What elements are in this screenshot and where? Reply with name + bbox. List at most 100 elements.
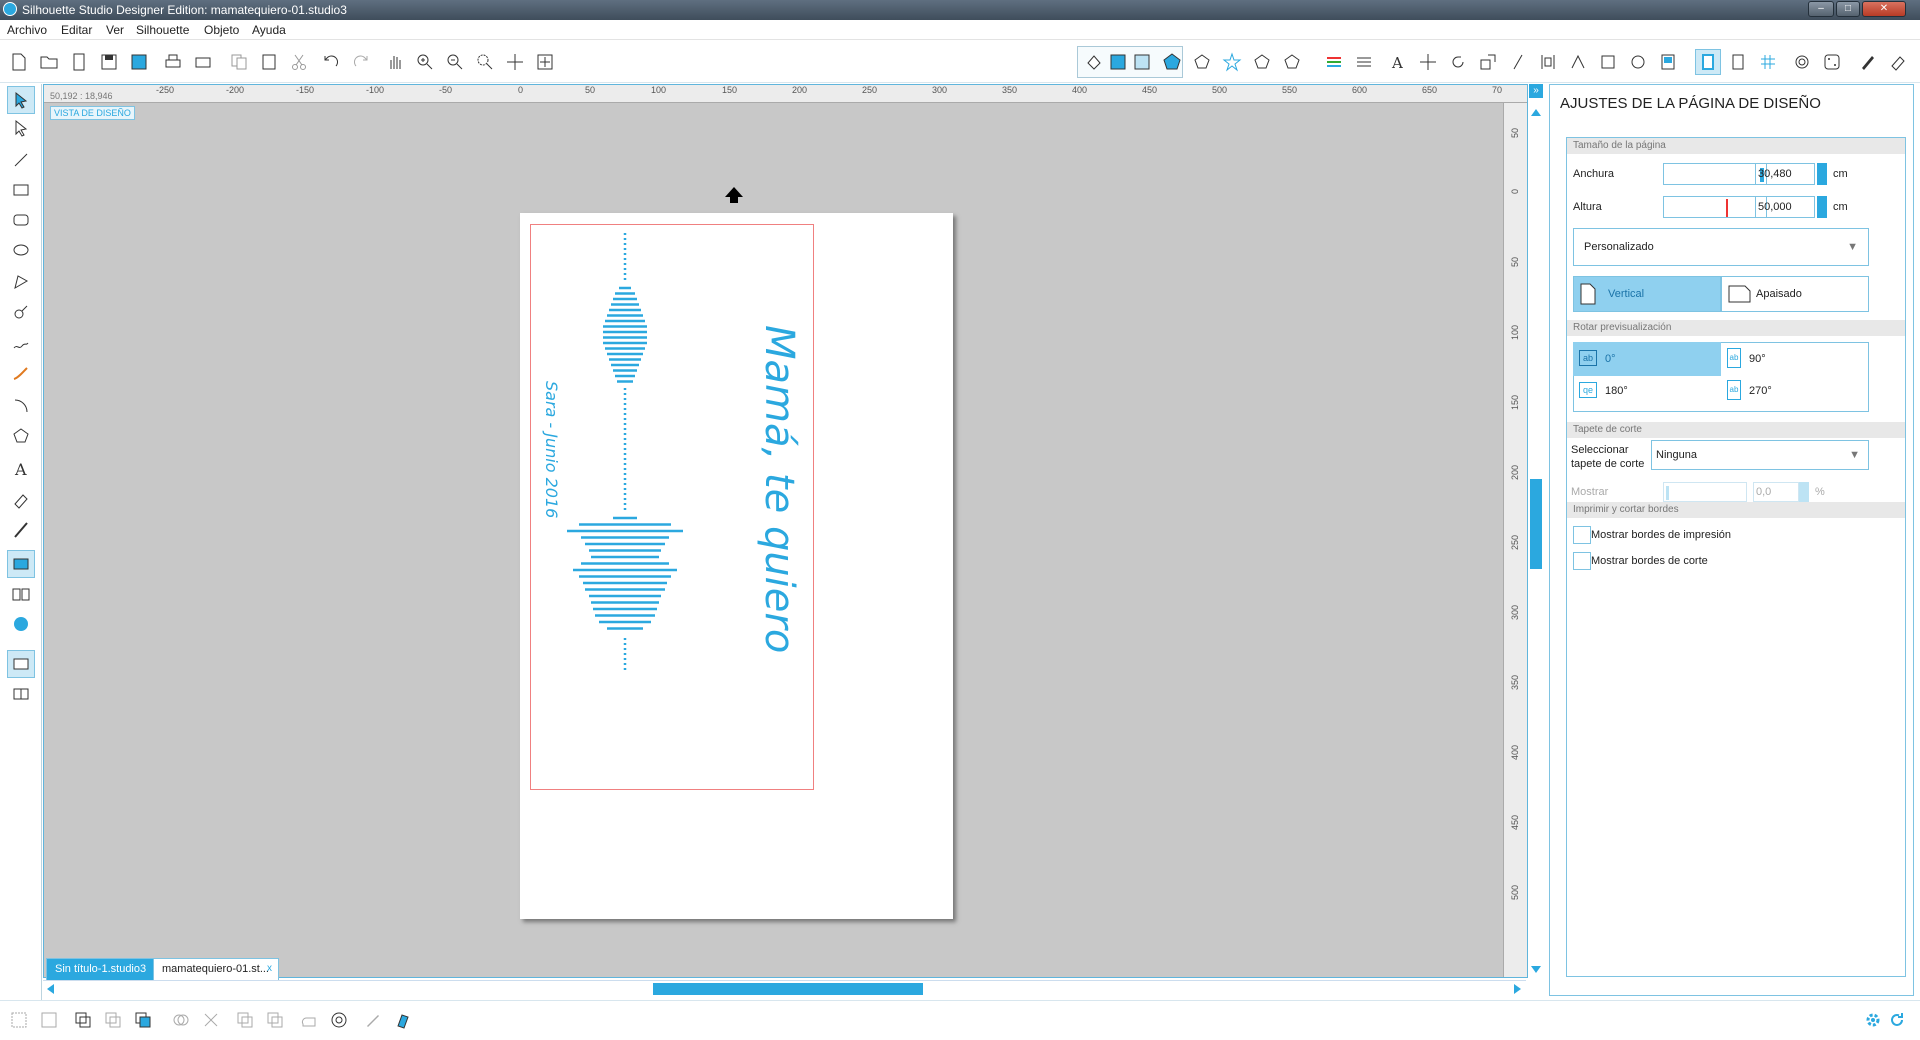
- scroll-down-icon[interactable]: [1529, 964, 1543, 974]
- shape-pentagon-fill-icon[interactable]: [1159, 49, 1185, 75]
- fit-page-icon[interactable]: [532, 49, 558, 75]
- edit-points-icon[interactable]: [7, 114, 35, 142]
- line-color-icon[interactable]: [1321, 49, 1347, 75]
- trace-icon[interactable]: [1625, 49, 1651, 75]
- menu-objeto[interactable]: Objeto: [204, 23, 239, 37]
- regular-polygon-tool-icon[interactable]: [7, 422, 35, 450]
- show-input[interactable]: 0,0: [1753, 482, 1799, 502]
- redo-icon[interactable]: [348, 49, 374, 75]
- show-slider[interactable]: [1663, 482, 1747, 502]
- curve-tool-icon[interactable]: [7, 298, 35, 326]
- rounded-rectangle-tool-icon[interactable]: [7, 206, 35, 234]
- design-page-settings-icon[interactable]: [1695, 49, 1721, 75]
- save-icon[interactable]: [96, 49, 122, 75]
- zoom-out-icon[interactable]: [442, 49, 468, 75]
- text-tool-icon[interactable]: A: [7, 454, 35, 482]
- delete-icon[interactable]: [198, 1007, 224, 1033]
- orientation-landscape-button[interactable]: Apaisado: [1721, 276, 1869, 312]
- menu-archivo[interactable]: Archivo: [7, 23, 47, 37]
- transform-icon[interactable]: [1415, 49, 1441, 75]
- maximize-button[interactable]: □: [1836, 1, 1860, 17]
- scroll-left-icon[interactable]: [45, 983, 55, 995]
- send-backward-icon[interactable]: [232, 1007, 258, 1033]
- single-view-icon[interactable]: [7, 650, 35, 678]
- shadow-icon[interactable]: [1249, 49, 1275, 75]
- arc-tool-icon[interactable]: [7, 392, 35, 420]
- offset-icon[interactable]: [1189, 49, 1215, 75]
- width-spinner[interactable]: [1817, 163, 1827, 185]
- silhouette-store-icon[interactable]: [7, 610, 35, 638]
- line-tool-icon[interactable]: [7, 146, 35, 174]
- ellipse-tool-icon[interactable]: [7, 236, 35, 264]
- pattern-icon[interactable]: [1129, 49, 1155, 75]
- gradient-icon[interactable]: [1105, 49, 1131, 75]
- offset-ring-icon[interactable]: [326, 1007, 352, 1033]
- sketch-pen-icon[interactable]: [360, 1007, 386, 1033]
- paste-icon[interactable]: [256, 49, 282, 75]
- release-compound-path-icon[interactable]: [100, 1007, 126, 1033]
- fill-color-icon[interactable]: [1081, 49, 1107, 75]
- zoom-select-icon[interactable]: [472, 49, 498, 75]
- rotate-icon[interactable]: [1445, 49, 1471, 75]
- send-to-silhouette-icon[interactable]: [1789, 49, 1815, 75]
- make-compound-path-icon[interactable]: [70, 1007, 96, 1033]
- freehand-tool-icon[interactable]: [7, 330, 35, 358]
- scroll-right-icon[interactable]: [1513, 983, 1523, 995]
- shape-tool-icon[interactable]: [1279, 49, 1305, 75]
- zoom-in-icon[interactable]: [412, 49, 438, 75]
- bring-forward-icon[interactable]: [262, 1007, 288, 1033]
- tab-close-icon[interactable]: x: [267, 959, 272, 979]
- cut-borders-checkbox[interactable]: [1573, 552, 1591, 570]
- registration-marks-icon[interactable]: [1725, 49, 1751, 75]
- bring-to-front-icon[interactable]: [130, 1007, 156, 1033]
- rotate-90-button[interactable]: ab 90°: [1721, 342, 1869, 376]
- rotate-180-button[interactable]: qe 180°: [1573, 374, 1721, 408]
- select-arrow-icon[interactable]: [7, 86, 35, 114]
- replicate-icon[interactable]: [1565, 49, 1591, 75]
- grid-icon[interactable]: [1755, 49, 1781, 75]
- page-settings-icon[interactable]: [1655, 49, 1681, 75]
- scroll-up-icon[interactable]: [1529, 106, 1543, 116]
- height-input[interactable]: 50,000: [1755, 196, 1815, 218]
- hand-pan-icon[interactable]: [382, 49, 408, 75]
- page-up-arrow-icon[interactable]: [725, 187, 743, 203]
- vertical-scroll-thumb[interactable]: [1530, 479, 1542, 569]
- horizontal-scroll-thumb[interactable]: [653, 983, 923, 995]
- design-page[interactable]: Mamá, te quiero Sara - Junio 2016: [520, 213, 953, 919]
- orientation-vertical-button[interactable]: Vertical: [1573, 276, 1721, 312]
- design-view-icon[interactable]: [7, 550, 35, 578]
- height-slider[interactable]: [1663, 196, 1767, 218]
- menu-ayuda[interactable]: Ayuda: [252, 23, 286, 37]
- duplicate-icon[interactable]: [168, 1007, 194, 1033]
- cut-scissors-icon[interactable]: [286, 49, 312, 75]
- shear-icon[interactable]: [1505, 49, 1531, 75]
- width-input[interactable]: 30,480: [1755, 163, 1815, 185]
- knife-tool-icon[interactable]: [7, 516, 35, 544]
- library-icon[interactable]: [66, 49, 92, 75]
- minimize-button[interactable]: –: [1808, 1, 1834, 17]
- rotate-0-button[interactable]: ab 0°: [1573, 342, 1721, 376]
- design-text-main[interactable]: Mamá, te quiero: [756, 325, 802, 653]
- print-borders-checkbox[interactable]: [1573, 526, 1591, 544]
- height-spinner[interactable]: [1817, 196, 1827, 218]
- split-view-icon[interactable]: [7, 680, 35, 708]
- page-size-dropdown[interactable]: Personalizado ▼: [1573, 228, 1869, 266]
- align-icon[interactable]: [1535, 49, 1561, 75]
- collapse-panel-icon[interactable]: »: [1529, 84, 1543, 98]
- eraser-icon[interactable]: [1885, 49, 1911, 75]
- weld-icon[interactable]: [296, 1007, 322, 1033]
- text-style-icon[interactable]: A: [1385, 49, 1411, 75]
- menu-ver[interactable]: Ver: [106, 23, 124, 37]
- width-slider[interactable]: [1663, 163, 1767, 185]
- zoom-drag-icon[interactable]: [502, 49, 528, 75]
- settings-gear-icon[interactable]: [1860, 1007, 1886, 1033]
- group-icon[interactable]: [6, 1007, 32, 1033]
- tab-mamatequiero[interactable]: mamatequiero-01.st... x: [153, 958, 279, 980]
- smooth-freehand-tool-icon[interactable]: [7, 360, 35, 388]
- print-icon[interactable]: [160, 49, 186, 75]
- show-spinner[interactable]: [1799, 482, 1809, 502]
- design-canvas[interactable]: -250 -200 -150 -100 -50 0 50 100 150 200…: [43, 84, 1528, 978]
- save-library-icon[interactable]: [126, 49, 152, 75]
- horizontal-scrollbar[interactable]: [43, 980, 1526, 996]
- star-icon[interactable]: [1219, 49, 1245, 75]
